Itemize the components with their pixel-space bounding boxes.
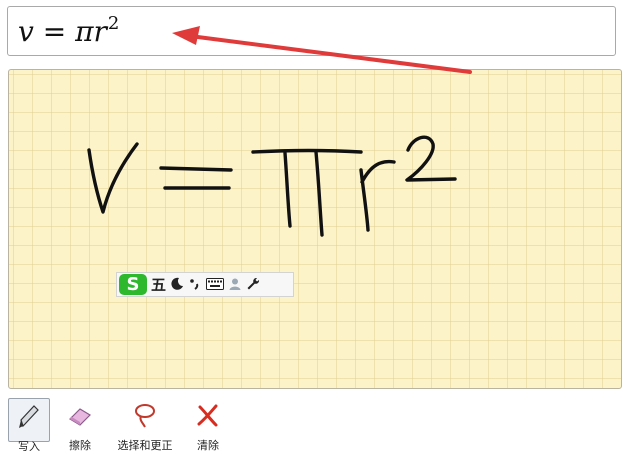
clear-tool-button[interactable]: 清除: [188, 398, 228, 452]
ink-stroke-pi-left: [283, 151, 292, 228]
wrench-icon[interactable]: [246, 277, 260, 293]
preview-formula: v = πr2: [18, 13, 119, 48]
erase-tool-label: 擦除: [69, 439, 91, 452]
pen-icon: [15, 402, 43, 435]
sogou-logo-icon[interactable]: S: [119, 274, 147, 295]
handwriting-canvas[interactable]: [8, 69, 622, 389]
keyboard-icon[interactable]: [206, 277, 225, 292]
write-tool-button[interactable]: 写入: [8, 398, 50, 453]
ime-mode-label[interactable]: 五: [151, 274, 166, 295]
ink-stroke-pi-bar: [251, 148, 363, 154]
preview-formula-exponent: 2: [107, 13, 120, 34]
select-correct-tool-label: 选择和更正: [117, 439, 173, 452]
math-preview-box[interactable]: v = πr2: [7, 6, 616, 56]
erase-tool-button[interactable]: 擦除: [56, 398, 104, 452]
user-icon[interactable]: [228, 277, 242, 293]
preview-formula-base: v = πr: [18, 15, 107, 48]
eraser-icon: [66, 401, 94, 434]
ink-stroke-pi-right: [314, 150, 324, 237]
ink-stroke-r: [359, 159, 396, 232]
ime-status-bar[interactable]: S 五: [116, 272, 294, 297]
punctuation-icon[interactable]: [188, 277, 202, 293]
moon-icon[interactable]: [170, 277, 184, 293]
handwriting-strokes: [87, 135, 457, 237]
ink-stroke-two: [405, 135, 457, 182]
ink-stroke-v: [87, 142, 139, 214]
write-tool-label: 写入: [18, 440, 40, 453]
clear-tool-label: 清除: [197, 439, 219, 452]
ink-stroke-equals-top: [159, 166, 233, 172]
ink-toolbar: 写入 擦除 选择和更正 清除: [8, 398, 308, 453]
select-correct-tool-button[interactable]: 选择和更正: [106, 398, 184, 452]
clear-x-icon: [194, 401, 222, 434]
lasso-icon: [131, 401, 159, 434]
